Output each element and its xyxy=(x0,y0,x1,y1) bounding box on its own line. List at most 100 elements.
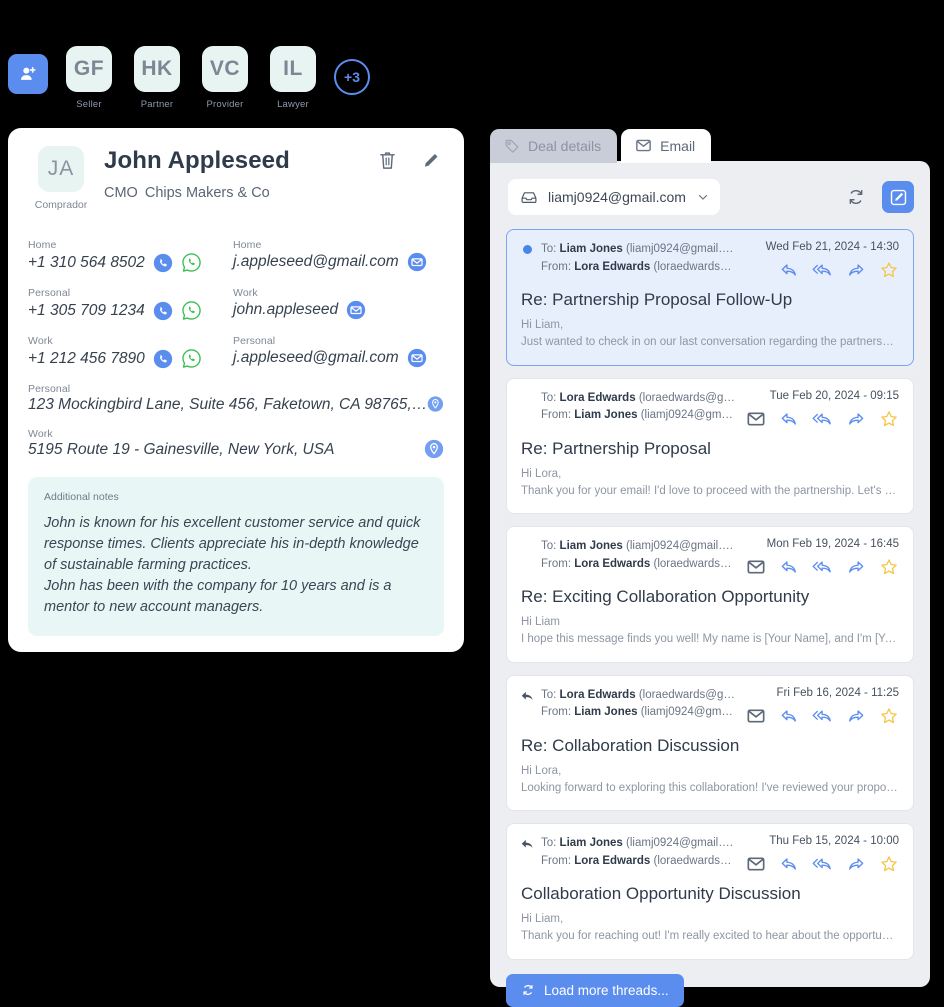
contact-field-phone: Personal +1 305 709 1234 xyxy=(28,287,233,321)
forward-icon[interactable] xyxy=(846,409,866,429)
reply-all-icon[interactable] xyxy=(812,854,833,874)
add-contact-button[interactable] xyxy=(8,54,48,94)
whatsapp-icon[interactable] xyxy=(181,300,202,321)
delete-contact-button[interactable] xyxy=(378,150,397,171)
inbox-icon xyxy=(521,192,537,203)
email-thread-item[interactable]: To: Lora Edwards (loraedwards@g… From: L… xyxy=(506,377,914,514)
thread-actions xyxy=(746,706,899,726)
location-pin-icon[interactable] xyxy=(424,439,444,459)
envelope-icon[interactable] xyxy=(346,300,366,320)
contact-avatar-strip: GF Seller HK Partner VC Provider IL Lawy… xyxy=(8,46,370,110)
phone-icon[interactable] xyxy=(153,349,173,369)
field-label: Home xyxy=(28,239,57,251)
to-email: (liamj0924@gmail…. xyxy=(626,243,733,255)
contact-field-email: Personal j.appleseed@gmail.com xyxy=(233,335,444,369)
reply-icon[interactable] xyxy=(779,706,799,726)
reply-icon[interactable] xyxy=(779,854,799,874)
to-label: To: xyxy=(541,837,557,849)
thread-snippet: Hi Lora, Thank you for your email! I'd l… xyxy=(521,466,899,501)
location-pin-icon[interactable] xyxy=(427,394,444,414)
avatar[interactable]: VC xyxy=(202,46,248,92)
mark-unread-icon[interactable] xyxy=(746,557,766,577)
from-label: From: xyxy=(541,706,572,719)
mark-unread-icon[interactable] xyxy=(746,706,766,726)
to-name: Liam Jones xyxy=(559,243,623,255)
avatar[interactable]: HK xyxy=(134,46,180,92)
thread-actions xyxy=(746,854,899,874)
mark-unread-icon[interactable] xyxy=(746,854,766,874)
forward-icon[interactable] xyxy=(846,260,866,280)
thread-from-line: From: Liam Jones (liamj0924@gm… xyxy=(541,407,746,425)
star-icon[interactable] xyxy=(879,409,899,429)
thread-to-line: To: Lora Edwards (loraedwards@g… xyxy=(541,687,746,705)
email-thread-item[interactable]: To: Liam Jones (liamj0924@gmail…. From: … xyxy=(506,526,914,663)
thread-date: Wed Feb 21, 2024 - 14:30 xyxy=(765,241,899,253)
from-name: Lora Edwards xyxy=(574,557,651,570)
contact-avatar-item[interactable]: HK Partner xyxy=(130,46,184,110)
email-thread-item[interactable]: To: Liam Jones (liamj0924@gmail…. From: … xyxy=(506,823,914,960)
snippet-line-2: Just wanted to check in on our last conv… xyxy=(521,336,899,349)
page-title: John Appleseed xyxy=(104,147,290,174)
mark-unread-icon[interactable] xyxy=(746,409,766,429)
from-label: From: xyxy=(541,409,572,422)
contact-card-actions xyxy=(378,146,444,171)
field-value: 5195 Route 19 - Gainesville, New York, U… xyxy=(28,441,335,458)
thread-subject: Re: Partnership Proposal Follow-Up xyxy=(521,290,793,309)
pencil-icon xyxy=(424,153,438,167)
chevron-down-icon xyxy=(698,194,708,200)
contact-avatar-item[interactable]: GF Seller xyxy=(62,46,116,110)
snippet-line-1: Hi Lora, xyxy=(521,467,562,480)
avatar[interactable]: IL xyxy=(270,46,316,92)
reply-icon[interactable] xyxy=(779,260,799,280)
contact-company: Chips Makers & Co xyxy=(144,185,270,201)
thread-subject: Re: Exciting Collaboration Opportunity xyxy=(521,587,810,606)
phone-icon[interactable] xyxy=(153,253,173,273)
tab-email[interactable]: Email xyxy=(621,129,712,163)
envelope-icon xyxy=(636,139,652,152)
snippet-line-2: I hope this message finds you well! My n… xyxy=(521,633,899,646)
tag-icon xyxy=(505,139,519,153)
envelope-icon[interactable] xyxy=(407,348,427,368)
reply-all-icon[interactable] xyxy=(812,706,833,726)
reply-icon[interactable] xyxy=(779,409,799,429)
email-thread-item[interactable]: To: Liam Jones (liamj0924@gmail…. From: … xyxy=(506,229,914,366)
reply-all-icon[interactable] xyxy=(812,260,833,280)
envelope-icon[interactable] xyxy=(407,252,427,272)
contact-field-email: Work john.appleseed xyxy=(233,287,444,321)
account-select[interactable]: liamj0924@gmail.com xyxy=(508,179,720,215)
forward-icon[interactable] xyxy=(846,854,866,874)
whatsapp-icon[interactable] xyxy=(181,252,202,273)
star-icon[interactable] xyxy=(879,557,899,577)
contact-avatar-item[interactable]: IL Lawyer xyxy=(266,46,320,110)
star-icon[interactable] xyxy=(879,854,899,874)
reply-all-icon[interactable] xyxy=(812,557,833,577)
star-icon[interactable] xyxy=(879,260,899,280)
to-name: Lora Edwards xyxy=(559,688,636,701)
thread-subject: Re: Partnership Proposal xyxy=(521,438,711,458)
from-name: Lora Edwards xyxy=(574,260,651,273)
to-name: Liam Jones xyxy=(559,837,623,849)
email-panel: liamj0924@gmail.com To: Liam Jones (liam… xyxy=(490,161,930,1007)
reply-all-icon[interactable] xyxy=(812,409,833,429)
field-label: Work xyxy=(233,287,258,299)
tab-deal-details[interactable]: Deal details xyxy=(490,129,618,163)
contact-avatar-item[interactable]: VC Provider xyxy=(198,46,252,110)
compose-button[interactable] xyxy=(882,181,914,213)
email-thread-item[interactable]: To: Lora Edwards (loraedwards@g… From: L… xyxy=(506,674,914,811)
refresh-button[interactable] xyxy=(840,183,872,211)
load-more-threads-button[interactable]: Load more threads... xyxy=(506,973,684,1007)
forward-icon[interactable] xyxy=(846,557,866,577)
contact-field-phone: Home +1 310 564 8502 xyxy=(28,239,233,273)
whatsapp-icon[interactable] xyxy=(181,348,202,369)
phone-icon[interactable] xyxy=(153,301,173,321)
star-icon[interactable] xyxy=(879,706,899,726)
more-contacts-badge[interactable]: +3 xyxy=(334,59,370,95)
avatar[interactable]: GF xyxy=(66,46,112,92)
additional-notes-text: John is known for his excellent customer… xyxy=(44,515,421,616)
thread-from-line: From: Lora Edwards (loraedwards… xyxy=(541,853,746,871)
forward-icon[interactable] xyxy=(846,706,866,726)
edit-contact-button[interactable] xyxy=(421,150,440,171)
replied-arrow-icon xyxy=(520,689,534,703)
thread-snippet: Hi Liam, Thank you for reaching out! I'm… xyxy=(521,911,899,946)
reply-icon[interactable] xyxy=(779,557,799,577)
